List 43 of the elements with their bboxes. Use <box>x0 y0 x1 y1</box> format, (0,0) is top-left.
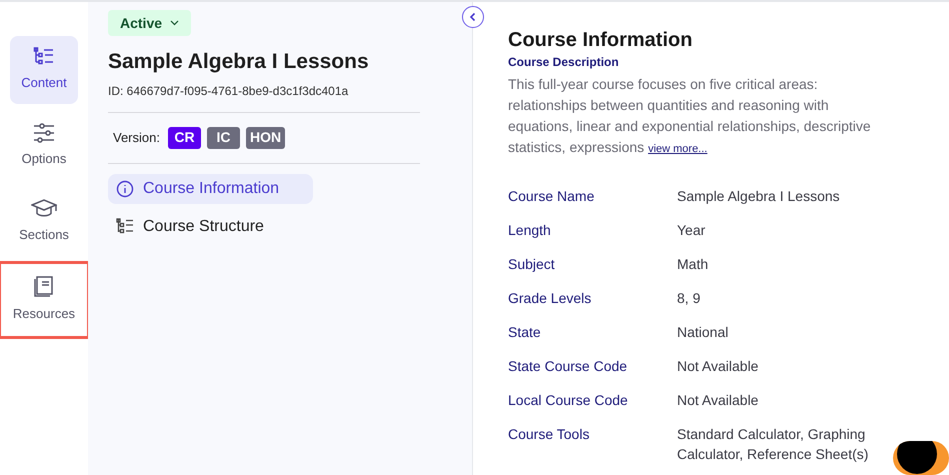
field-label: Course Name <box>508 187 596 206</box>
field-value: Standard Calculator, Graphing Calculator, Reference Sheet(s) <box>677 425 870 464</box>
chat-launcher-icon[interactable] <box>893 441 949 475</box>
status-dropdown[interactable]: Active <box>108 10 192 36</box>
info-icon <box>116 180 134 198</box>
field-value: Not Available <box>677 391 760 410</box>
graduation-cap-icon <box>31 199 57 220</box>
field-label: Local Course Code <box>508 391 629 410</box>
field-label: Grade Levels <box>508 289 592 308</box>
field-value: Math <box>677 255 710 274</box>
nav-item[interactable]: Resources <box>1 264 87 336</box>
course-title: Sample Algebra I Lessons <box>108 49 370 75</box>
menu-item[interactable]: Course Structure <box>108 212 313 242</box>
field-value: Sample Algebra I Lessons <box>677 187 841 206</box>
course-description: This full-year course focuses on five critical areas: relationships between quantities and reasoning with equations, linear and exponential relationships, descriptive statistics, expressions view more... <box>508 75 872 157</box>
description-label: Course Description <box>508 54 620 71</box>
course-id: ID: 646679d7-f095-4761-8be9-d3c1f3dc401a <box>108 82 350 100</box>
field-value: Year <box>677 221 706 240</box>
sliders-icon <box>33 123 55 144</box>
version-option[interactable]: HON <box>246 126 286 148</box>
version-option[interactable]: CR <box>168 126 201 148</box>
chevron-down-icon <box>170 20 180 26</box>
field-label: Subject <box>508 255 556 274</box>
collapse-button[interactable] <box>462 6 484 28</box>
version-label: Version: <box>113 128 160 147</box>
nav-item[interactable]: Content <box>10 36 78 104</box>
field-value: National <box>677 323 730 342</box>
view-more-link[interactable]: view more... <box>648 143 708 155</box>
chevron-left-icon <box>468 12 478 22</box>
version-option[interactable]: IC <box>206 126 240 148</box>
nav-item[interactable]: Options <box>10 112 78 180</box>
field-label: Length <box>508 221 552 240</box>
field-label: State Course Code <box>508 357 628 376</box>
menu-item[interactable]: Course Information <box>108 174 313 204</box>
nav-item[interactable]: Sections <box>10 188 78 256</box>
list-tree-icon <box>116 218 134 236</box>
field-label: State <box>508 323 542 342</box>
book-icon <box>34 276 54 298</box>
field-value: Not Available <box>677 357 760 376</box>
section-heading: Course Information <box>508 28 694 53</box>
list-tree-icon <box>33 47 55 68</box>
field-label: Course Tools <box>508 425 590 444</box>
field-value: 8, 9 <box>677 289 702 308</box>
